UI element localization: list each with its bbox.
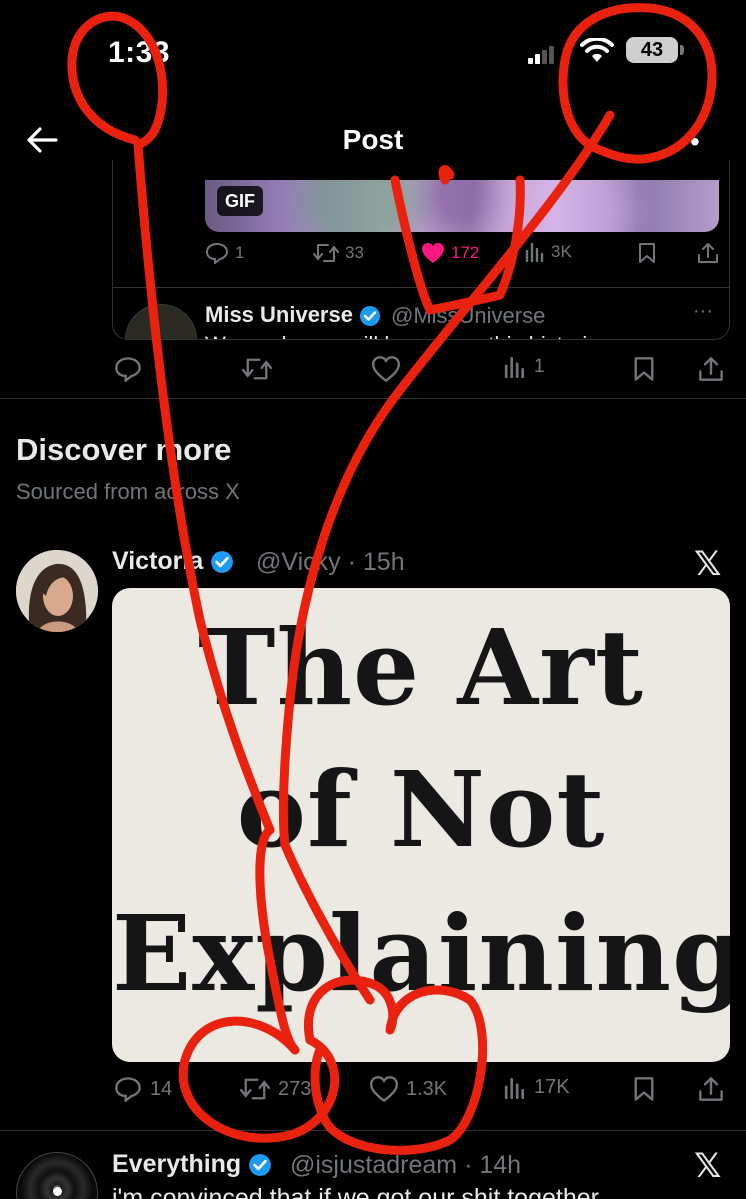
repost-icon [240, 1078, 270, 1100]
status-bar: 1:33 43 [0, 0, 746, 100]
author-handle[interactable]: @MissUniverse [391, 303, 545, 329]
quoted-tweet-card[interactable]: GIF 1 33 172 3K Miss Universe @MissUnive… [112, 160, 730, 340]
repost-icon [313, 244, 339, 262]
section-subtitle: Sourced from across X [16, 479, 240, 504]
bookmark-button[interactable] [632, 1076, 656, 1102]
like-count: 1.3K [406, 1077, 448, 1100]
wifi-icon [580, 38, 614, 62]
views-icon [504, 1077, 525, 1099]
views-button[interactable]: 3K [525, 242, 572, 262]
cellular-signal-icon [528, 46, 554, 64]
post-actions: 1 [112, 352, 730, 392]
like-button[interactable]: 1.3K [370, 1076, 447, 1102]
reply-button[interactable] [114, 356, 142, 382]
share-icon [698, 243, 718, 263]
x-logo-icon[interactable]: 𝕏 [694, 544, 721, 584]
timestamp: · 14h [464, 1151, 522, 1179]
views-count: 1 [534, 356, 545, 377]
repost-count: 33 [345, 243, 364, 262]
views-button[interactable]: 1 [504, 356, 545, 378]
repost-button[interactable]: 33 [313, 242, 364, 264]
verified-badge-icon [249, 1154, 272, 1177]
battery-tip [680, 45, 684, 55]
verified-badge-icon [360, 306, 381, 327]
repost-button[interactable] [242, 356, 272, 382]
author-name[interactable]: Victoria [112, 547, 234, 576]
views-button[interactable]: 17K [504, 1076, 570, 1099]
divider [0, 398, 746, 399]
views-icon [525, 242, 544, 262]
views-count: 17K [534, 1076, 570, 1098]
share-icon [699, 1077, 723, 1101]
author-handle[interactable]: @Vicky · 15h [256, 548, 405, 577]
handle-text: @Vicky [256, 548, 341, 576]
views-icon [504, 356, 525, 378]
tweet-actions: 14 273 1.3K 17K [112, 1072, 730, 1112]
gif-media[interactable] [205, 180, 719, 232]
verified-badge-icon [211, 551, 234, 574]
author-name-text: Everything [112, 1150, 242, 1178]
heart-filled-icon [422, 243, 444, 263]
author-name-text: Victoria [112, 547, 204, 575]
quoted-tweet-actions: 1 33 172 3K [205, 238, 729, 274]
heart-icon [372, 356, 400, 382]
more-options-icon[interactable]: • [690, 126, 700, 158]
author-name-text: Miss Universe [205, 302, 353, 327]
battery-indicator: 43 [626, 37, 678, 63]
tweet-text: We are happy will be ... to ... this his… [205, 332, 587, 339]
share-icon [699, 357, 723, 381]
avatar-portrait [16, 550, 98, 632]
repost-button[interactable]: 273 [240, 1076, 311, 1102]
tweet-image[interactable]: The Art of Not Explaining [112, 588, 730, 1062]
x-logo-icon[interactable]: 𝕏 [694, 1146, 721, 1186]
avatar[interactable] [16, 1152, 98, 1199]
author-name[interactable]: Everything [112, 1150, 272, 1179]
author-handle[interactable]: @isjustadream · 14h [290, 1151, 521, 1180]
reply-count: 14 [150, 1077, 173, 1100]
reply-icon [205, 242, 229, 264]
reply-button[interactable]: 14 [114, 1076, 172, 1102]
share-button[interactable] [698, 1076, 724, 1102]
divider [0, 1130, 746, 1131]
handle-text: @isjustadream [290, 1151, 458, 1179]
section-title: Discover more [16, 432, 232, 467]
like-count: 172 [451, 243, 480, 262]
more-options-icon[interactable]: ··· [693, 300, 713, 323]
reply-count: 1 [235, 243, 245, 262]
avatar[interactable] [125, 304, 197, 339]
repost-count: 273 [278, 1077, 312, 1100]
timestamp: · 15h [347, 548, 405, 576]
bookmark-icon [634, 357, 654, 381]
status-time: 1:33 [108, 36, 171, 69]
reply-icon [115, 357, 141, 382]
bookmark-button[interactable] [637, 242, 657, 264]
image-text-line: of Not [236, 748, 606, 871]
reply-icon [115, 1077, 141, 1102]
views-count: 3K [551, 242, 572, 261]
image-text-line: Explaining [112, 892, 730, 1015]
tweet-text: i'm convinced that if we got our shit to… [112, 1184, 599, 1199]
heart-icon [370, 1076, 398, 1102]
like-button[interactable]: 172 [421, 242, 479, 264]
image-text-line: The Art [198, 606, 644, 729]
avatar[interactable] [16, 550, 98, 632]
bookmark-icon [639, 243, 655, 263]
author-name[interactable]: Miss Universe [205, 302, 381, 328]
gif-badge: GIF [217, 186, 263, 216]
share-button[interactable] [698, 356, 724, 382]
reply-button[interactable]: 1 [205, 242, 244, 264]
bookmark-button[interactable] [632, 356, 656, 382]
like-button[interactable] [372, 356, 400, 382]
repost-icon [242, 358, 272, 380]
bookmark-icon [634, 1077, 654, 1101]
share-button[interactable] [697, 242, 719, 264]
page-title: Post [342, 124, 404, 155]
divider [113, 287, 729, 288]
